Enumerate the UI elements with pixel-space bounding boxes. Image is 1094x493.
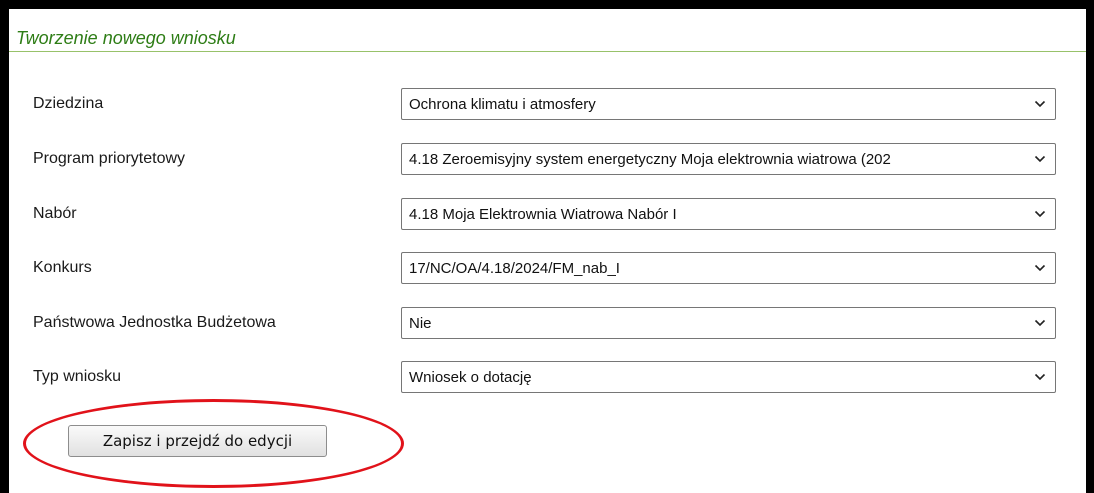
select-value-panstwowa-jednostka-budzetowa: Nie (409, 315, 432, 332)
chevron-down-icon (1034, 155, 1046, 163)
select-typ-wniosku[interactable]: Wniosek o dotację (401, 361, 1056, 393)
field-label-program-priorytetowy: Program priorytetowy (33, 150, 186, 167)
select-panstwowa-jednostka-budzetowa[interactable]: Nie (401, 307, 1056, 339)
field-row-program-priorytetowy: Program priorytetowy 4.18 Zeroemisyjny s… (0, 143, 1094, 175)
chevron-down-icon (1034, 210, 1046, 218)
form-title: Tworzenie nowego wniosku (16, 28, 236, 48)
field-label-konkurs: Konkurs (33, 259, 92, 276)
field-row-dziedzina: Dziedzina Ochrona klimatu i atmosfery (0, 88, 1094, 120)
field-label-dziedzina: Dziedzina (33, 95, 104, 112)
select-value-program-priorytetowy: 4.18 Zeroemisyjny system energetyczny Mo… (409, 151, 891, 168)
select-nabor[interactable]: 4.18 Moja Elektrownia Wiatrowa Nabór I (401, 198, 1056, 230)
select-program-priorytetowy[interactable]: 4.18 Zeroemisyjny system energetyczny Mo… (401, 143, 1056, 175)
select-value-dziedzina: Ochrona klimatu i atmosfery (409, 96, 596, 113)
field-row-nabor: Nabór 4.18 Moja Elektrownia Wiatrowa Nab… (0, 198, 1094, 230)
field-label-nabor: Nabór (33, 205, 77, 222)
chevron-down-icon (1034, 319, 1046, 327)
field-label-typ-wniosku: Typ wniosku (33, 368, 122, 385)
save-and-edit-button[interactable]: Zapisz i przejdź do edycji (68, 425, 327, 457)
window-frame (0, 0, 1094, 493)
chevron-down-icon (1034, 100, 1046, 108)
chevron-down-icon (1034, 264, 1046, 272)
field-row-typ-wniosku: Typ wniosku Wniosek o dotację (0, 361, 1094, 393)
field-row-konkurs: Konkurs 17/NC/OA/4.18/2024/FM_nab_I (0, 252, 1094, 284)
title-divider (9, 51, 1086, 52)
chevron-down-icon (1034, 373, 1046, 381)
select-value-konkurs: 17/NC/OA/4.18/2024/FM_nab_I (409, 260, 620, 277)
select-value-typ-wniosku: Wniosek o dotację (409, 369, 532, 386)
select-value-nabor: 4.18 Moja Elektrownia Wiatrowa Nabór I (409, 206, 677, 223)
select-dziedzina[interactable]: Ochrona klimatu i atmosfery (401, 88, 1056, 120)
field-label-panstwowa-jednostka-budzetowa: Państwowa Jednostka Budżetowa (33, 314, 276, 331)
field-row-panstwowa-jednostka-budzetowa: Państwowa Jednostka Budżetowa Nie (0, 307, 1094, 339)
select-konkurs[interactable]: 17/NC/OA/4.18/2024/FM_nab_I (401, 252, 1056, 284)
